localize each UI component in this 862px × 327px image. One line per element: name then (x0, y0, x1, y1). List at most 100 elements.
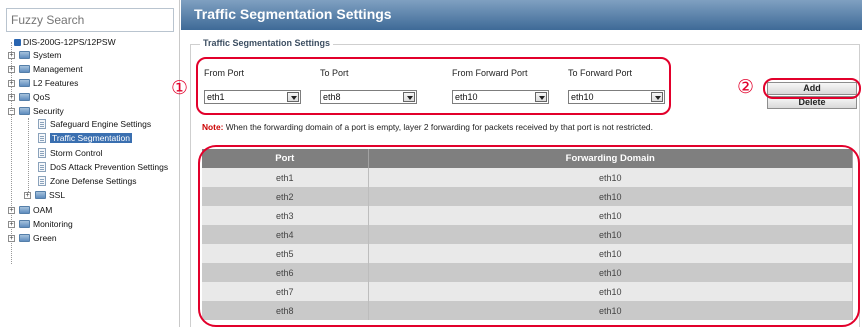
tree-item-label: Monitoring (33, 219, 73, 229)
expand-icon[interactable]: + (8, 235, 15, 242)
expand-icon[interactable]: + (8, 221, 15, 228)
tree-item-ssl[interactable]: + SSL (24, 189, 65, 202)
folder-icon (19, 93, 30, 101)
page-icon (38, 119, 46, 129)
forwarding-domain-cell: eth10 (368, 168, 853, 187)
segmentation-table: Port Forwarding Domain eth1 eth10 eth2 eth… (202, 149, 853, 320)
folder-icon (35, 191, 46, 199)
folder-icon (19, 220, 30, 228)
expand-icon[interactable]: + (8, 94, 15, 101)
to-forward-port-label: To Forward Port (568, 68, 633, 78)
note-body: When the forwarding domain of a port is … (223, 122, 653, 132)
device-icon (14, 39, 21, 46)
port-cell: eth4 (202, 225, 369, 244)
to-forward-port-value: eth10 (571, 92, 594, 102)
page-icon (38, 176, 46, 186)
tree-item-green[interactable]: + Green (8, 232, 57, 245)
to-forward-port-select[interactable]: eth10 (568, 90, 665, 104)
table-row: eth6 eth10 (202, 263, 853, 282)
port-cell: eth8 (202, 301, 369, 320)
tree-item-label: Management (33, 64, 83, 74)
tree-item-traffic-segmentation[interactable]: Traffic Segmentation (38, 132, 132, 145)
column-header-port: Port (202, 149, 369, 168)
page-header: Traffic Segmentation Settings (181, 0, 862, 30)
tree-item-label: Storm Control (50, 148, 103, 158)
sidebar-tree: DIS-200G-12PS/12PSW + System + Managemen… (0, 0, 180, 327)
folder-icon (19, 51, 30, 59)
table-row: eth2 eth10 (202, 187, 853, 206)
column-header-forwarding-domain: Forwarding Domain (368, 149, 853, 168)
forwarding-domain-cell: eth10 (368, 206, 853, 225)
from-port-value: eth1 (207, 92, 225, 102)
folder-icon (19, 65, 30, 73)
tree-item-device[interactable]: DIS-200G-12PS/12PSW (14, 36, 116, 49)
main-panel: Traffic Segmentation Settings Traffic Se… (171, 0, 862, 327)
tree-item-system[interactable]: + System (8, 49, 61, 62)
to-port-value: eth8 (323, 92, 341, 102)
tree-item-label: Green (33, 233, 57, 243)
port-cell: eth5 (202, 244, 369, 263)
dropdown-arrow-icon (403, 92, 415, 102)
from-port-select[interactable]: eth1 (204, 90, 301, 104)
table-row: eth7 eth10 (202, 282, 853, 301)
tree-item-label: SSL (49, 190, 66, 200)
expand-icon[interactable]: + (8, 52, 15, 59)
table-header-row: Port Forwarding Domain (202, 149, 853, 168)
from-forward-port-value: eth10 (455, 92, 478, 102)
port-cell: eth3 (202, 206, 369, 225)
folder-icon (19, 79, 30, 87)
forwarding-domain-cell: eth10 (368, 225, 853, 244)
from-forward-port-label: From Forward Port (452, 68, 528, 78)
table-row: eth8 eth10 (202, 301, 853, 320)
port-cell: eth2 (202, 187, 369, 206)
tree-item-dos-attack-prevention[interactable]: DoS Attack Prevention Settings (38, 161, 180, 174)
tree-item-security[interactable]: − Security (8, 105, 64, 118)
page-title: Traffic Segmentation Settings (194, 6, 392, 22)
dropdown-arrow-icon (535, 92, 547, 102)
table-row: eth5 eth10 (202, 244, 853, 263)
tree-item-label: DIS-200G-12PS/12PSW (23, 37, 116, 47)
delete-button[interactable]: Delete (767, 96, 857, 109)
tree-item-label: OAM (33, 205, 53, 215)
tree-item-label: QoS (33, 92, 51, 102)
tree-item-qos[interactable]: + QoS (8, 91, 50, 104)
tree-item-safeguard-engine[interactable]: Safeguard Engine Settings (38, 118, 151, 131)
tree-item-label: Safeguard Engine Settings (50, 119, 152, 129)
tree-item-management[interactable]: + Management (8, 63, 83, 76)
forwarding-domain-cell: eth10 (368, 187, 853, 206)
note-prefix: Note: (202, 122, 224, 132)
table-row: eth1 eth10 (202, 168, 853, 187)
forwarding-domain-cell: eth10 (368, 244, 853, 263)
forwarding-domain-cell: eth10 (368, 301, 853, 320)
forwarding-domain-cell: eth10 (368, 282, 853, 301)
tree-item-label: DoS Attack Prevention Settings (50, 162, 169, 172)
fuzzy-search-input[interactable] (6, 8, 174, 32)
annotation-marker-2: ② (737, 76, 755, 98)
port-cell: eth7 (202, 282, 369, 301)
table-row: eth3 eth10 (202, 206, 853, 225)
tree-item-oam[interactable]: + OAM (8, 204, 52, 217)
tree-item-monitoring[interactable]: + Monitoring (8, 218, 73, 231)
tree-item-storm-control[interactable]: Storm Control (38, 147, 102, 160)
folder-open-icon (19, 107, 30, 115)
note-text: Note: When the forwarding domain of a po… (202, 122, 653, 132)
add-button[interactable]: Add (767, 82, 857, 95)
expand-icon[interactable]: + (8, 66, 15, 73)
tree-item-label: Zone Defense Settings (50, 176, 137, 186)
from-port-label: From Port (204, 68, 245, 78)
page-icon (38, 162, 46, 172)
expand-icon[interactable]: + (8, 207, 15, 214)
dropdown-arrow-icon (287, 92, 299, 102)
tree-item-l2-features[interactable]: + L2 Features (8, 77, 78, 90)
expand-icon[interactable]: + (24, 192, 31, 199)
tree-item-label: L2 Features (33, 78, 79, 88)
from-forward-port-select[interactable]: eth10 (452, 90, 549, 104)
tree-item-zone-defense[interactable]: Zone Defense Settings (38, 175, 136, 188)
to-port-select[interactable]: eth8 (320, 90, 417, 104)
forwarding-domain-cell: eth10 (368, 263, 853, 282)
collapse-icon[interactable]: − (8, 108, 15, 115)
to-port-label: To Port (320, 68, 349, 78)
page-icon (38, 148, 46, 158)
folder-icon (19, 206, 30, 214)
expand-icon[interactable]: + (8, 80, 15, 87)
